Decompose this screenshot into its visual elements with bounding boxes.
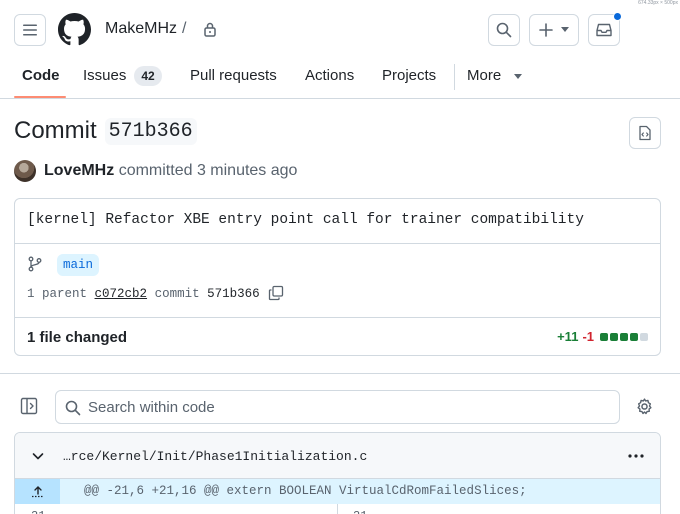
- author-link[interactable]: LoveMHz: [44, 162, 114, 179]
- commit-sha: 571b366: [207, 287, 260, 301]
- diff-line-row: 21 21: [15, 504, 660, 514]
- file-header: …rce/Kernel/Init/Phase1Initialization.c: [15, 433, 660, 479]
- tab-code[interactable]: Code: [22, 67, 60, 84]
- expand-up-icon: [31, 485, 44, 497]
- parent-sha-link[interactable]: c072cb2: [95, 287, 148, 301]
- branch-label[interactable]: main: [57, 254, 100, 276]
- commit-title-prefix: Commit: [14, 117, 97, 144]
- gear-icon[interactable]: [636, 398, 653, 415]
- diffstat-block-add: [620, 332, 628, 341]
- copy-icon[interactable]: [268, 285, 284, 301]
- avatar[interactable]: [14, 160, 36, 182]
- plus-icon: [539, 23, 553, 37]
- code-search-box[interactable]: [55, 390, 620, 424]
- git-branch-icon: [28, 256, 42, 272]
- global-header: MakeMHz / 674.33px × 500px: [0, 0, 680, 60]
- commit-author-line: LoveMHz committed 3 minutes ago: [44, 162, 297, 180]
- repo-owner-link[interactable]: MakeMHz: [105, 20, 177, 38]
- section-divider: [0, 373, 680, 374]
- chevron-down-icon[interactable]: [31, 449, 45, 463]
- deletions-count: -1: [582, 329, 594, 344]
- diff-stat: +11 -1: [557, 329, 648, 344]
- create-new-button[interactable]: [529, 14, 579, 46]
- line-number-right[interactable]: 21: [353, 509, 367, 514]
- github-logo-icon[interactable]: [58, 13, 91, 46]
- search-icon: [65, 400, 81, 416]
- commit-label: commit: [154, 287, 200, 301]
- repo-navigation: Code Issues 42 Pull requests Actions Pro…: [0, 60, 680, 99]
- triangle-down-icon: [561, 27, 569, 32]
- chevron-down-icon[interactable]: [514, 74, 522, 79]
- global-search-button[interactable]: [488, 14, 520, 46]
- lock-icon: [204, 22, 216, 37]
- files-changed-count: 1 file changed: [27, 329, 128, 346]
- nav-divider: [454, 64, 455, 90]
- inbox-icon: [596, 23, 612, 37]
- path-separator: /: [182, 20, 187, 37]
- additions-count: +11: [557, 329, 579, 344]
- file-path[interactable]: …rce/Kernel/Init/Phase1Initialization.c: [63, 449, 367, 464]
- browse-files-button[interactable]: [629, 117, 661, 149]
- parent-info: 1 parent c072cb2 commit 571b366: [27, 287, 260, 301]
- tab-projects[interactable]: Projects: [382, 67, 436, 84]
- page-title: Commit 571b366: [14, 117, 197, 145]
- diffstat-block-add: [610, 332, 618, 341]
- diffstat-block-add: [600, 332, 608, 341]
- commit-action: committed: [118, 162, 193, 179]
- hamburger-icon: [23, 24, 37, 36]
- commit-sha-heading: 571b366: [104, 117, 197, 145]
- notification-indicator: [613, 12, 622, 21]
- expand-up-button[interactable]: [15, 479, 60, 504]
- hunk-header: @@ -21,6 +21,16 @@ extern BOOLEAN Virtua…: [84, 484, 527, 498]
- parent-label: 1 parent: [27, 287, 88, 301]
- file-tree-toggle-icon[interactable]: [20, 397, 38, 415]
- issues-count-badge: 42: [134, 66, 162, 86]
- active-tab-indicator: [14, 96, 66, 98]
- tab-actions[interactable]: Actions: [305, 67, 354, 84]
- kebab-menu-icon[interactable]: [627, 453, 645, 459]
- line-number-left[interactable]: 21: [31, 509, 45, 514]
- hunk-header-row: @@ -21,6 +21,16 @@ extern BOOLEAN Virtua…: [15, 479, 660, 504]
- divider: [15, 317, 660, 318]
- split-divider: [337, 504, 338, 514]
- file-code-icon: [639, 125, 651, 141]
- menu-button[interactable]: [14, 14, 46, 46]
- viewport-size-note: 674.33px × 500px: [638, 0, 678, 6]
- commit-message: [kernel] Refactor XBE entry point call f…: [27, 212, 584, 228]
- tab-pull-requests[interactable]: Pull requests: [190, 67, 277, 84]
- tab-issues[interactable]: Issues: [83, 67, 126, 84]
- search-icon: [496, 22, 512, 38]
- commit-details-box: [kernel] Refactor XBE entry point call f…: [14, 198, 661, 356]
- tab-more[interactable]: More: [467, 67, 501, 84]
- divider: [15, 243, 660, 244]
- diffstat-block-neutral: [640, 332, 648, 341]
- diffstat-blocks: [600, 332, 648, 341]
- code-search-input[interactable]: [88, 391, 608, 423]
- commit-time: 3 minutes ago: [196, 162, 298, 179]
- file-diff: …rce/Kernel/Init/Phase1Initialization.c …: [14, 432, 661, 514]
- diffstat-block-add: [630, 332, 638, 341]
